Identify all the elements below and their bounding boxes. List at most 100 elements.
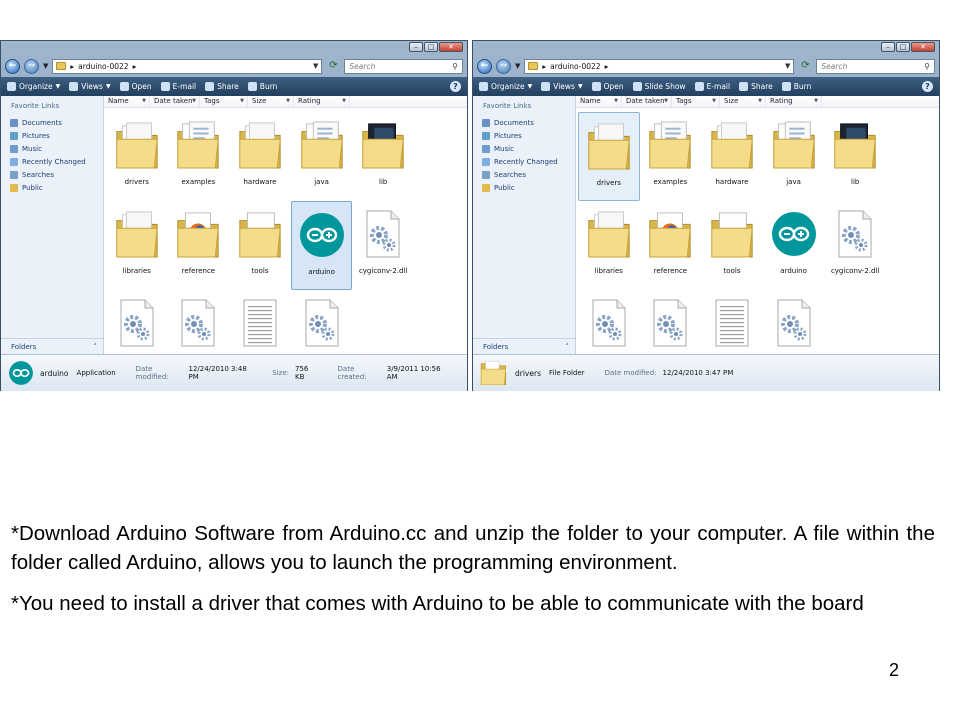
file-item-tools[interactable]: tools <box>229 201 291 290</box>
dll-icon <box>830 205 880 263</box>
title-bar[interactable]: – □ ✕ <box>473 41 939 55</box>
views-icon <box>541 82 551 91</box>
column-header-name[interactable]: Name ▼ <box>576 96 622 107</box>
favorite-link-pictures[interactable]: Pictures <box>1 129 103 142</box>
chevron-down-icon[interactable]: ▼ <box>313 62 318 70</box>
file-item-arduino[interactable]: arduino <box>290 201 353 290</box>
minimize-button[interactable]: – <box>881 42 895 52</box>
toolbar-label: Open <box>603 82 624 91</box>
music-icon <box>10 144 18 153</box>
favorite-link-music[interactable]: Music <box>473 142 575 155</box>
favorite-link-music[interactable]: Music <box>1 142 103 155</box>
column-header-tags[interactable]: Tags ▼ <box>200 96 248 107</box>
chevron-down-icon[interactable]: ▼ <box>785 62 790 70</box>
address-bar[interactable]: ▸ arduino-0022 ▸ ▼ <box>524 58 795 74</box>
column-header-date-taken[interactable]: Date taken ▼ <box>622 96 672 107</box>
address-row: ← → ▼ ▸ arduino-0022 ▸ ▼ ⟳ Search ⚲ <box>473 55 939 77</box>
file-item-examples[interactable]: examples <box>168 112 230 201</box>
recent-pages-dropdown[interactable]: ▼ <box>43 62 48 70</box>
breadcrumb[interactable]: arduino-0022 <box>550 62 600 71</box>
search-input[interactable]: Search ⚲ <box>816 58 935 74</box>
toolbar-e-mail-button[interactable]: E-mail <box>160 82 196 91</box>
folders-toggle[interactable]: Folders ˄ <box>473 338 575 354</box>
file-item-lib[interactable]: lib <box>352 112 414 201</box>
recent-pages-dropdown[interactable]: ▼ <box>515 62 520 70</box>
favorite-link-recently-changed[interactable]: Recently Changed <box>473 155 575 168</box>
file-item-hardware[interactable]: hardware <box>229 112 291 201</box>
close-button[interactable]: ✕ <box>439 42 463 52</box>
title-bar[interactable]: – □ ✕ <box>1 41 467 55</box>
toolbar-views-button[interactable]: Views ▼ <box>69 82 111 91</box>
favorite-link-public[interactable]: Public <box>473 181 575 194</box>
favorite-link-documents[interactable]: Documents <box>473 116 575 129</box>
favorite-link-pictures[interactable]: Pictures <box>473 129 575 142</box>
forward-button[interactable]: → <box>24 58 39 74</box>
column-header-name[interactable]: Name ▼ <box>104 96 150 107</box>
details-field-value: 3/9/2011 10:56 AM <box>386 365 441 381</box>
refresh-icon[interactable]: ⟳ <box>326 59 340 73</box>
close-button[interactable]: ✕ <box>911 42 935 52</box>
column-header-label: Date taken <box>626 97 665 105</box>
minimize-button[interactable]: – <box>409 42 423 52</box>
toolbar-share-button[interactable]: Share <box>205 82 239 91</box>
favorite-link-searches[interactable]: Searches <box>473 168 575 181</box>
file-item-hardware[interactable]: hardware <box>701 112 763 201</box>
column-header-label: Tags <box>204 97 220 105</box>
forward-button[interactable]: → <box>496 58 511 74</box>
share-icon <box>739 82 749 91</box>
back-button[interactable]: ← <box>5 58 20 74</box>
column-header-rating[interactable]: Rating ▼ <box>294 96 350 107</box>
folders-toggle[interactable]: Folders ˄ <box>1 338 103 354</box>
file-item-reference[interactable]: reference <box>168 201 230 290</box>
e-mail-icon <box>160 82 170 91</box>
file-item-reference[interactable]: reference <box>640 201 702 290</box>
toolbar-organize-button[interactable]: Organize ▼ <box>7 82 60 91</box>
file-item-cygiconv-2-dll[interactable]: cygiconv-2.dll <box>352 201 414 290</box>
toolbar-open-button[interactable]: Open <box>591 82 624 91</box>
toolbar-burn-button[interactable]: Burn <box>247 82 277 91</box>
column-header-rating[interactable]: Rating ▼ <box>766 96 822 107</box>
favorite-link-label: Music <box>22 144 42 153</box>
toolbar-e-mail-button[interactable]: E-mail <box>694 82 730 91</box>
column-header-tags[interactable]: Tags ▼ <box>672 96 720 107</box>
chevron-down-icon: ▼ <box>527 83 533 90</box>
favorite-link-searches[interactable]: Searches <box>1 168 103 181</box>
search-input[interactable]: Search ⚲ <box>344 58 463 74</box>
file-item-drivers[interactable]: drivers <box>578 112 640 201</box>
file-item-examples[interactable]: examples <box>640 112 702 201</box>
file-item-java[interactable]: java <box>291 112 353 201</box>
file-item-tools[interactable]: tools <box>701 201 763 290</box>
toolbar-open-button[interactable]: Open <box>119 82 152 91</box>
favorite-link-public[interactable]: Public <box>1 181 103 194</box>
file-item-lib[interactable]: lib <box>824 112 886 201</box>
favorite-link-recently-changed[interactable]: Recently Changed <box>1 155 103 168</box>
toolbar-slide-show-button[interactable]: Slide Show <box>632 82 686 91</box>
file-item-arduino[interactable]: arduino <box>763 201 825 290</box>
help-icon[interactable]: ? <box>450 81 461 92</box>
file-item-label: hardware <box>715 178 749 186</box>
toolbar-burn-button[interactable]: Burn <box>781 82 811 91</box>
file-item-java[interactable]: java <box>763 112 825 201</box>
address-bar[interactable]: ▸ arduino-0022 ▸ ▼ <box>52 58 323 74</box>
column-header-size[interactable]: Size ▼ <box>248 96 294 107</box>
search-icon[interactable]: ⚲ <box>452 62 458 71</box>
help-icon[interactable]: ? <box>922 81 933 92</box>
file-item-label: libraries <box>594 267 623 275</box>
back-button[interactable]: ← <box>477 58 492 74</box>
file-item-cygiconv-2-dll[interactable]: cygiconv-2.dll <box>824 201 886 290</box>
breadcrumb[interactable]: arduino-0022 <box>78 62 128 71</box>
toolbar-organize-button[interactable]: Organize ▼ <box>479 82 532 91</box>
maximize-button[interactable]: □ <box>896 42 910 52</box>
file-item-libraries[interactable]: libraries <box>578 201 640 290</box>
maximize-button[interactable]: □ <box>424 42 438 52</box>
search-icon[interactable]: ⚲ <box>924 62 930 71</box>
file-item-libraries[interactable]: libraries <box>106 201 168 290</box>
column-header-size[interactable]: Size ▼ <box>720 96 766 107</box>
toolbar-views-button[interactable]: Views ▼ <box>541 82 583 91</box>
toolbar-share-button[interactable]: Share <box>739 82 773 91</box>
chevron-down-icon: ▼ <box>142 98 146 104</box>
column-header-date-taken[interactable]: Date taken ▼ <box>150 96 200 107</box>
file-item-drivers[interactable]: drivers <box>106 112 168 201</box>
refresh-icon[interactable]: ⟳ <box>798 59 812 73</box>
favorite-link-documents[interactable]: Documents <box>1 116 103 129</box>
